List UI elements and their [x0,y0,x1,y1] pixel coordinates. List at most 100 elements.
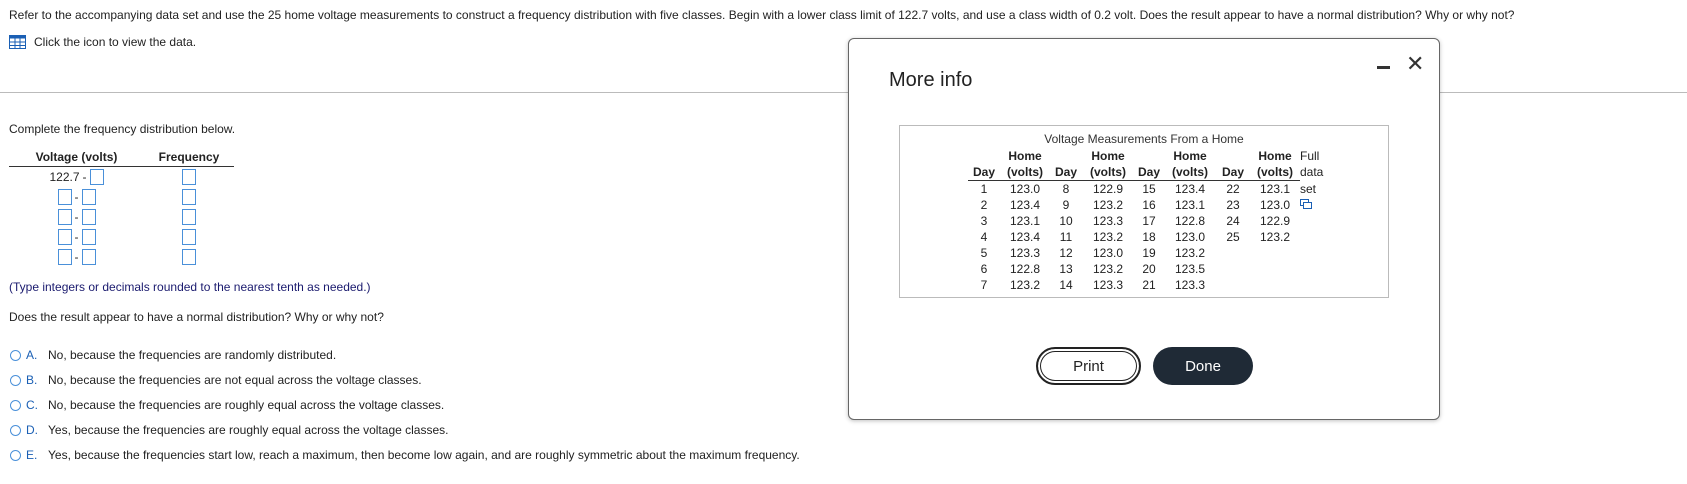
done-button[interactable]: Done [1153,347,1253,385]
lower-limit-input[interactable] [57,229,72,245]
header-cell: Home [1008,149,1042,163]
table-cell: 123.3 [1092,278,1124,292]
option-b[interactable]: B. No, because the frequencies are not e… [10,373,422,387]
frequency-table-header: Voltage (volts) Frequency [9,150,234,167]
table-cell: 123.2 [1092,230,1124,244]
header-cell: Day [1134,164,1164,181]
table-cell: 123.0 [1009,182,1041,196]
table-cell: 12 [1059,246,1073,260]
table-cell [1216,261,1250,277]
instruction-text: Complete the frequency distribution belo… [9,122,236,136]
table-cell [1216,277,1250,293]
option-text: No, because the frequencies are roughly … [48,398,445,412]
more-info-dialog: More info ✕ Voltage Measurements From a … [848,38,1440,420]
full-data-set-label: set [1300,181,1317,196]
header-cell: Day [1050,164,1082,181]
table-cell: 6 [980,262,988,276]
lower-limit-input[interactable] [57,189,72,205]
table-row: - [9,187,234,207]
table-cell: 19 [1142,246,1156,260]
option-letter: D. [26,423,38,437]
table-row: 3 123.1 10 123.3 17 122.8 24 122.9 [968,213,1330,229]
upper-limit-input[interactable] [81,249,96,265]
radio-button[interactable] [10,399,21,411]
frequency-input[interactable] [182,189,196,205]
header-cell: Home [1258,149,1292,163]
table-cell: 11 [1059,230,1073,244]
voltage-column-header: Voltage (volts) [35,150,118,164]
dash: - [82,170,87,184]
lower-limit-input[interactable] [57,209,72,225]
option-letter: A. [26,348,38,362]
dash: - [74,210,79,224]
table-cell: 7 [980,278,988,292]
table-cell: 17 [1142,214,1156,228]
close-icon[interactable]: ✕ [1406,51,1424,77]
minimize-icon[interactable] [1377,59,1391,73]
table-cell: 123.3 [1092,214,1124,228]
table-row: 4 123.4 11 123.2 18 123.0 25 123.2 [968,229,1330,245]
table-cell: 123.4 [1009,198,1041,212]
radio-button[interactable] [10,449,21,461]
lower-limit-input[interactable] [57,249,72,265]
option-c[interactable]: C. No, because the frequencies are rough… [10,398,444,412]
header-cell: Day [1216,164,1250,181]
header-cell: (volts) [1164,164,1216,181]
table-cell: 23 [1226,198,1240,212]
table-cell: 21 [1142,278,1156,292]
table-cell [1250,277,1300,293]
header-cell [1216,148,1250,164]
data-table-title: Voltage Measurements From a Home [1044,132,1244,146]
option-letter: B. [26,373,38,387]
table-cell: 123.3 [1009,246,1041,260]
option-letter: E. [26,448,38,462]
table-row: - [9,207,234,227]
copy-icon[interactable] [1300,197,1330,213]
view-data-link[interactable]: Click the icon to view the data. [9,35,196,49]
dash: - [74,190,79,204]
header-cell: (volts) [1082,164,1134,181]
table-cell: 5 [980,246,988,260]
table-cell: 123.1 [1174,198,1206,212]
radio-button[interactable] [10,374,21,386]
header-cell [1134,148,1164,164]
table-cell: 13 [1059,262,1073,276]
voltage-data-table: Home Home Home Home Full Day (volts) Day (volts)… [968,148,1330,293]
upper-limit-input[interactable] [89,169,104,185]
radio-button[interactable] [10,349,21,361]
frequency-input[interactable] [182,249,196,265]
table-cell [1250,245,1300,261]
upper-limit-input[interactable] [81,209,96,225]
header-cell: Day [968,164,1000,181]
option-text: Yes, because the frequencies start low, … [48,448,800,462]
upper-limit-input[interactable] [81,189,96,205]
option-a[interactable]: A. No, because the frequencies are rando… [10,348,336,362]
table-cell: 8 [1062,182,1070,196]
print-button[interactable]: Print [1036,347,1141,385]
grid-icon[interactable] [9,35,26,49]
table-cell: 123.2 [1259,230,1291,244]
dash: - [74,250,79,264]
table-cell: 123.0 [1174,230,1206,244]
table-cell: 9 [1062,198,1070,212]
table-cell: 123.2 [1092,198,1124,212]
table-cell: 123.2 [1174,246,1206,260]
view-data-text[interactable]: Click the icon to view the data. [34,35,196,49]
table-cell: 25 [1226,230,1240,244]
dialog-title: More info [889,69,973,91]
table-cell: 123.2 [1092,262,1124,276]
option-d[interactable]: D. Yes, because the frequencies are roug… [10,423,448,437]
table-cell: 123.1 [1259,182,1291,196]
frequency-input[interactable] [182,169,196,185]
table-cell: 1 [980,182,988,196]
frequency-table: Voltage (volts) Frequency 122.7 - - - - [9,150,234,267]
frequency-input[interactable] [182,229,196,245]
option-e[interactable]: E. Yes, because the frequencies start lo… [10,448,800,462]
dash: - [74,230,79,244]
option-text: No, because the frequencies are randomly… [48,348,337,362]
radio-button[interactable] [10,424,21,436]
option-letter: C. [26,398,38,412]
upper-limit-input[interactable] [81,229,96,245]
table-cell: 122.8 [1009,262,1041,276]
frequency-input[interactable] [182,209,196,225]
